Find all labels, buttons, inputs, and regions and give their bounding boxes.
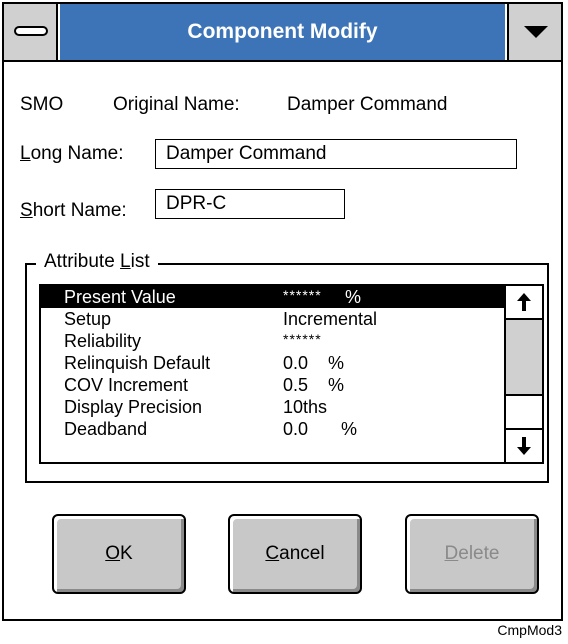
attribute-list-label-prefix: Attribute	[44, 251, 121, 272]
attribute-row-reliability[interactable]: Reliability ******	[41, 330, 506, 352]
attribute-row-deadband[interactable]: Deadband 0.0 %	[41, 418, 506, 440]
attribute-list-mnemonic: L	[120, 251, 131, 272]
attribute-value: 0.0	[283, 353, 309, 373]
attribute-name: Relinquish Default	[64, 353, 211, 373]
attribute-name: Reliability	[64, 331, 142, 351]
original-name-label: Original Name:	[113, 94, 240, 115]
original-name-value: Damper Command	[287, 94, 448, 115]
attribute-row-display-precision[interactable]: Display Precision 10ths	[41, 396, 506, 418]
short-name-label-rest: hort Name:	[32, 200, 127, 221]
window-title: Component Modify	[60, 4, 505, 60]
attribute-row-cov-increment[interactable]: COV Increment 0.5 %	[41, 374, 506, 396]
long-name-label: Long Name:	[20, 143, 124, 165]
attribute-unit: %	[345, 287, 362, 307]
arrow-down-icon	[517, 437, 531, 455]
attribute-name: Display Precision	[64, 397, 203, 417]
ok-label-rest: K	[120, 543, 133, 564]
attribute-value: ******	[283, 331, 322, 347]
attribute-row-setup[interactable]: Setup Incremental	[41, 308, 506, 330]
attribute-value: Incremental	[283, 309, 378, 329]
attribute-row-present-value[interactable]: Present Value ****** %	[41, 286, 506, 308]
system-menu-button[interactable]	[4, 4, 58, 60]
long-name-label-rest: ong Name:	[30, 143, 124, 164]
scroll-thumb[interactable]	[506, 320, 542, 396]
attribute-row-relinquish-default[interactable]: Relinquish Default 0.0 %	[41, 352, 506, 374]
delete-button: Delete	[405, 514, 539, 594]
attribute-value: ******	[283, 287, 322, 303]
attribute-name: Present Value	[64, 287, 176, 307]
ok-button[interactable]: OK	[52, 514, 186, 594]
delete-mnemonic: D	[444, 543, 459, 564]
scroll-down-button[interactable]	[506, 428, 542, 462]
title-bar: Component Modify	[4, 4, 561, 62]
attribute-unit: %	[328, 375, 345, 395]
object-type-label: SMO	[20, 94, 64, 115]
attribute-name: COV Increment	[64, 375, 189, 395]
cancel-label-rest: ancel	[279, 543, 325, 564]
attribute-value: 0.0	[283, 419, 309, 439]
attribute-rows: Present Value ****** % Setup Incremental…	[41, 286, 506, 462]
attribute-value: 10ths	[283, 397, 328, 417]
ok-mnemonic: O	[105, 543, 121, 564]
attribute-list-label: Attribute List	[36, 251, 158, 273]
arrow-up-icon	[517, 293, 531, 311]
dropdown-arrow-icon	[524, 26, 548, 38]
system-menu-icon	[14, 26, 48, 36]
cancel-button[interactable]: Cancel	[228, 514, 362, 594]
attribute-listbox[interactable]: Present Value ****** % Setup Incremental…	[39, 284, 544, 464]
dropdown-button[interactable]	[507, 4, 561, 60]
long-name-field[interactable]: Damper Command	[155, 139, 517, 169]
attribute-unit: %	[341, 419, 358, 439]
attribute-scrollbar[interactable]	[504, 286, 542, 462]
figure-label: CmpMod3	[497, 622, 562, 638]
short-name-label: Short Name:	[20, 200, 127, 222]
short-name-mnemonic: S	[20, 200, 33, 221]
attribute-value: 0.5	[283, 375, 309, 395]
attribute-name: Deadband	[64, 419, 148, 439]
short-name-field[interactable]: DPR-C	[155, 189, 345, 219]
delete-label-rest: elete	[458, 543, 500, 564]
scroll-up-button[interactable]	[506, 286, 542, 320]
attribute-name: Setup	[64, 309, 112, 329]
long-name-mnemonic: L	[20, 143, 31, 164]
attribute-unit: %	[328, 353, 345, 373]
attribute-list-label-rest: ist	[130, 251, 150, 272]
cancel-mnemonic: C	[265, 543, 280, 564]
